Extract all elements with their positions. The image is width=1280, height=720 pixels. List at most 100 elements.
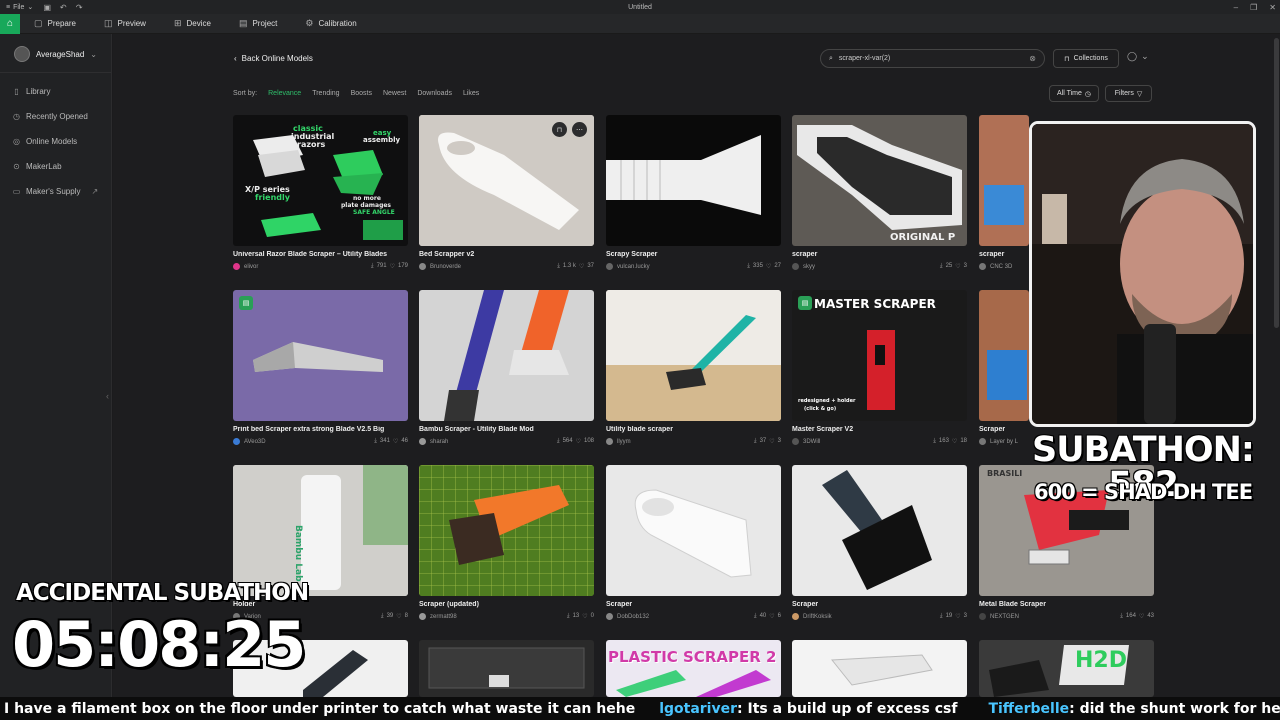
- author-name[interactable]: elivor: [244, 264, 258, 270]
- model-thumbnail[interactable]: ⊓ ⋯: [419, 115, 594, 246]
- model-thumbnail[interactable]: [606, 465, 781, 596]
- save-icon[interactable]: ▣: [39, 3, 55, 12]
- author-name[interactable]: sharah: [430, 439, 448, 445]
- model-title[interactable]: Bambu Scraper - Utility Blade Mod: [419, 426, 594, 433]
- model-card[interactable]: ▤ Print bed Scraper extra strong Blade V…: [233, 290, 408, 445]
- model-card[interactable]: Scraper (updated) zermatt98 ⤓ 13 ♡ 0: [419, 465, 594, 620]
- sort-likes[interactable]: Likes: [463, 90, 479, 97]
- author-name[interactable]: llyym: [617, 439, 631, 445]
- sort-boosts[interactable]: Boosts: [351, 90, 372, 97]
- back-link[interactable]: ‹ Back Online Models: [234, 54, 313, 63]
- author-name[interactable]: Layer by L: [990, 439, 1018, 445]
- model-thumbnail[interactable]: [979, 115, 1029, 246]
- search-input[interactable]: ⌕ scraper-xl-var(2) ⊗: [820, 49, 1045, 68]
- tab-preview[interactable]: ◫ Preview: [90, 14, 160, 34]
- sidebar-item-library[interactable]: ▯ Library: [0, 79, 111, 104]
- sidebar-item-recently-opened[interactable]: ◷ Recently Opened: [0, 104, 111, 129]
- home-button[interactable]: ⌂: [0, 13, 20, 34]
- model-thumbnail[interactable]: Bambu Lab: [233, 465, 408, 596]
- model-thumbnail[interactable]: PLASTIC SCRAPER 2: [606, 640, 781, 697]
- model-card[interactable]: ORIGINAL P scraper skyy ⤓ 25 ♡ 3: [792, 115, 967, 270]
- model-card[interactable]: Bambu Scraper - Utility Blade Mod sharah…: [419, 290, 594, 445]
- minimize-icon[interactable]: –: [1234, 3, 1238, 12]
- model-title[interactable]: Utility blade scraper: [606, 426, 781, 433]
- model-thumbnail[interactable]: [606, 290, 781, 421]
- model-card[interactable]: Scraper DriftKoksik ⤓ 19 ♡ 3: [792, 465, 967, 620]
- model-title[interactable]: Scraper: [792, 601, 967, 608]
- author-name[interactable]: CNC 3D: [990, 264, 1012, 270]
- sort-downloads[interactable]: Downloads: [417, 90, 452, 97]
- undo-icon[interactable]: ↶: [55, 3, 71, 12]
- tab-project[interactable]: ▤ Project: [225, 14, 291, 34]
- model-title[interactable]: Metal Blade Scraper: [979, 601, 1154, 608]
- model-thumbnail[interactable]: H2D: [979, 640, 1154, 697]
- all-time-dropdown[interactable]: All Time ◷: [1049, 85, 1099, 102]
- model-card[interactable]: H2D: [979, 640, 1154, 702]
- sidebar-item-online-models[interactable]: ◎ Online Models: [0, 129, 111, 154]
- model-title[interactable]: Bed Scrapper v2: [419, 251, 594, 258]
- model-card[interactable]: [419, 640, 594, 702]
- more-options-button[interactable]: ⋯: [572, 122, 587, 137]
- redo-icon[interactable]: ↷: [71, 3, 87, 12]
- model-thumbnail[interactable]: ▤: [233, 290, 408, 421]
- account-menu[interactable]: AverageShad ⌄: [0, 34, 111, 73]
- model-thumbnail[interactable]: [792, 640, 967, 697]
- model-card[interactable]: Scraper Layer by L: [979, 290, 1029, 445]
- author-name[interactable]: NEXTGEN: [990, 614, 1019, 620]
- model-title[interactable]: Scrapy Scraper: [606, 251, 781, 258]
- clear-search-icon[interactable]: ⊗: [1029, 54, 1036, 63]
- model-title[interactable]: Print bed Scraper extra strong Blade V2.…: [233, 426, 408, 433]
- collections-button[interactable]: ⊓ Collections: [1053, 49, 1119, 68]
- tab-calibration[interactable]: ⚙ Calibration: [291, 14, 370, 34]
- author-name[interactable]: skyy: [803, 264, 815, 270]
- tab-prepare[interactable]: ▢ Prepare: [20, 14, 90, 34]
- sort-relevance[interactable]: Relevance: [268, 90, 301, 97]
- author-name[interactable]: DobDob132: [617, 614, 649, 620]
- file-menu[interactable]: ≡ File ⌄: [0, 3, 39, 12]
- sort-newest[interactable]: Newest: [383, 90, 406, 97]
- model-card[interactable]: PLASTIC SCRAPER 2: [606, 640, 781, 702]
- model-thumbnail[interactable]: [979, 290, 1029, 421]
- author-name[interactable]: 3DWill: [803, 439, 820, 445]
- model-title[interactable]: Scraper: [606, 601, 781, 608]
- model-card[interactable]: classic industrial razors easy assembly …: [233, 115, 408, 270]
- restore-icon[interactable]: ❐: [1250, 3, 1257, 12]
- model-card[interactable]: [792, 640, 967, 702]
- author-name[interactable]: AVeo3D: [244, 439, 266, 445]
- model-card[interactable]: Utility blade scraper llyym ⤓ 37 ♡ 3: [606, 290, 781, 445]
- model-title[interactable]: Scraper (updated): [419, 601, 594, 608]
- sidebar-item-makers-supply[interactable]: ▭ Maker's Supply ↗: [0, 179, 111, 204]
- user-menu-button[interactable]: ◯ ⌄: [1127, 51, 1149, 62]
- close-icon[interactable]: ✕: [1269, 3, 1276, 12]
- model-thumbnail[interactable]: ▤ MASTER SCRAPER redesigned + holder (cl…: [792, 290, 967, 421]
- model-title[interactable]: Universal Razor Blade Scraper – Utility …: [233, 251, 408, 258]
- model-thumbnail[interactable]: [792, 465, 967, 596]
- model-card[interactable]: Scraper DobDob132 ⤓ 40 ♡ 6: [606, 465, 781, 620]
- author-name[interactable]: zermatt98: [430, 614, 457, 620]
- model-thumbnail[interactable]: ORIGINAL P: [792, 115, 967, 246]
- scrollbar[interactable]: [1274, 38, 1279, 328]
- model-thumbnail[interactable]: [419, 465, 594, 596]
- author-name[interactable]: DriftKoksik: [803, 614, 832, 620]
- collapse-sidebar-handle[interactable]: ‹: [106, 391, 109, 401]
- model-title[interactable]: scraper: [979, 251, 1029, 258]
- model-title[interactable]: Scraper: [979, 426, 1029, 433]
- tab-device[interactable]: ⊞ Device: [160, 14, 225, 34]
- model-thumbnail[interactable]: [419, 290, 594, 421]
- bookmark-button[interactable]: ⊓: [552, 122, 567, 137]
- filters-button[interactable]: Filters ▽: [1105, 85, 1152, 102]
- model-card[interactable]: Scrapy Scraper vulcan.lucky ⤓ 335 ♡ 27: [606, 115, 781, 270]
- sort-trending[interactable]: Trending: [312, 90, 339, 97]
- sidebar-item-makerlab[interactable]: ⊙ MakerLab: [0, 154, 111, 179]
- model-thumbnail[interactable]: [419, 640, 594, 697]
- model-thumbnail[interactable]: classic industrial razors easy assembly …: [233, 115, 408, 246]
- model-title[interactable]: Master Scraper V2: [792, 426, 967, 433]
- author-name[interactable]: Brunoverde: [430, 264, 461, 270]
- model-title[interactable]: scraper: [792, 251, 967, 258]
- model-thumbnail[interactable]: [606, 115, 781, 246]
- author-name[interactable]: vulcan.lucky: [617, 264, 650, 270]
- model-card[interactable]: ⊓ ⋯ Bed Scrapper v2 Brunoverde ⤓ 1.3 k ♡ 37: [419, 115, 594, 270]
- model-card[interactable]: ▤ MASTER SCRAPER redesigned + holder (cl…: [792, 290, 967, 445]
- thumbnail-art: [419, 465, 594, 596]
- model-card[interactable]: scraper CNC 3D: [979, 115, 1029, 270]
